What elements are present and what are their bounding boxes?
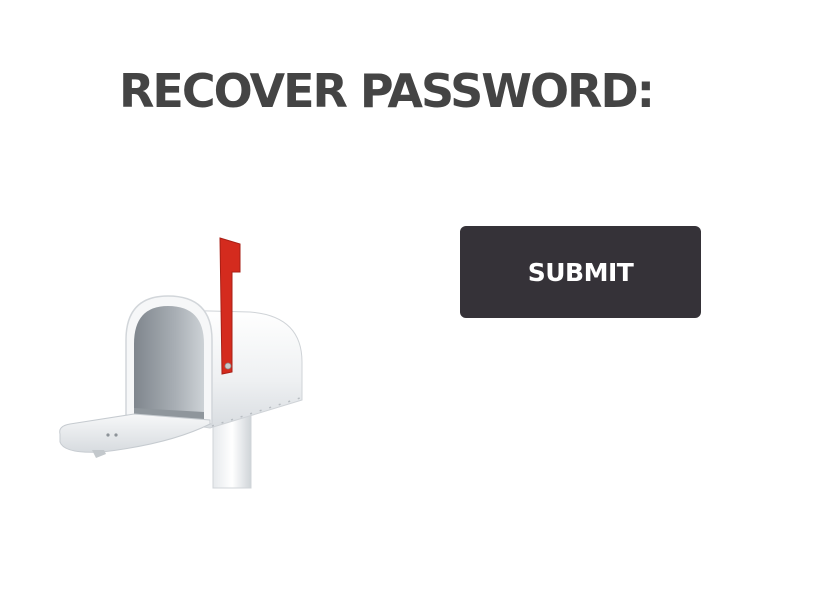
mailbox-icon [59, 237, 303, 489]
mailbox-interior [134, 306, 204, 420]
submit-button[interactable]: SUBMIT [460, 226, 701, 318]
mailbox-door [59, 413, 211, 453]
page-title: RECOVER PASSWORD: [119, 64, 655, 118]
